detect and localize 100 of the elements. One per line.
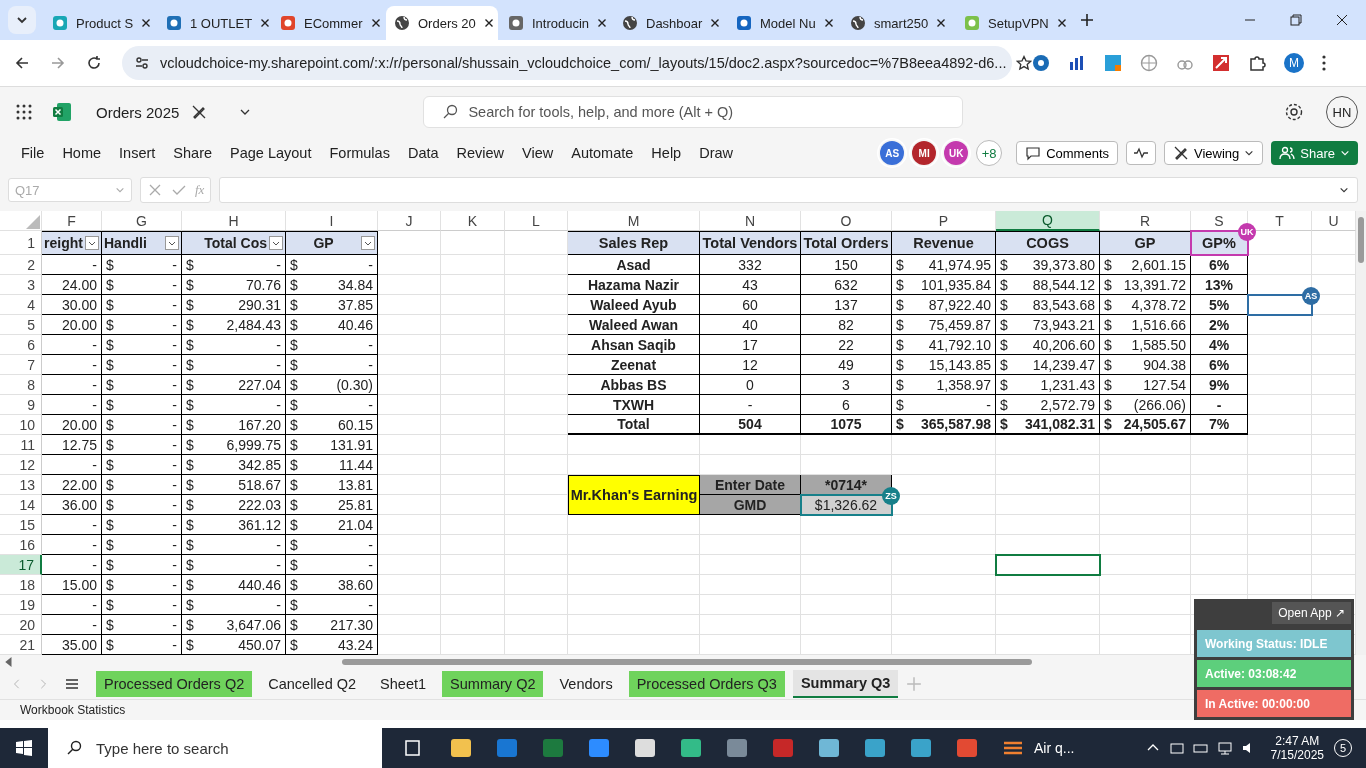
close-icon[interactable] (936, 18, 947, 28)
scroll-left-icon[interactable] (4, 657, 14, 667)
close-icon[interactable] (597, 18, 608, 28)
collaborator-avatar[interactable]: AS (880, 141, 905, 165)
close-icon[interactable] (260, 18, 271, 28)
chevron-down-icon[interactable] (1339, 185, 1349, 195)
menu-tab[interactable]: Help (642, 145, 691, 161)
collaborator-avatar[interactable]: MI (912, 141, 937, 165)
new-tab-icon[interactable] (1080, 13, 1094, 27)
sheet-tab[interactable]: Summary Q2 (442, 671, 544, 697)
app-launcher-icon[interactable] (16, 104, 32, 120)
column-header[interactable]: L (505, 211, 568, 231)
sheet-tab[interactable]: Processed Orders Q3 (628, 671, 785, 697)
profile-avatar[interactable]: M (1284, 53, 1304, 73)
forward-icon[interactable] (50, 55, 66, 71)
reload-icon[interactable] (86, 55, 102, 71)
close-icon[interactable] (710, 18, 721, 28)
clock-time[interactable]: 2:47 AM (1275, 734, 1320, 748)
restore-icon[interactable] (1290, 14, 1302, 26)
scrollbar-thumb[interactable] (1358, 217, 1364, 263)
more-collaborators-button[interactable]: +8 (976, 140, 1003, 166)
menu-tab[interactable]: Review (447, 145, 514, 161)
table-cell: 131.91 (330, 436, 373, 453)
table-cell: Zeenat (610, 356, 657, 373)
browser-tab[interactable]: Model Nu (728, 6, 840, 40)
status-text[interactable]: Workbook Statistics (20, 703, 126, 717)
close-icon[interactable] (483, 18, 494, 28)
column-header[interactable]: J (378, 211, 441, 231)
menu-tab[interactable]: Share (164, 145, 222, 161)
table-cell: 2,572.79 (1040, 396, 1095, 413)
sheet-tab[interactable]: Vendors (551, 671, 621, 697)
filter-dropdown-icon[interactable] (85, 236, 99, 250)
menu-tab[interactable]: File (12, 145, 54, 161)
extension-icon[interactable] (1212, 54, 1230, 72)
collaborator-avatar[interactable]: UK (944, 141, 969, 165)
table-cell: - (92, 336, 97, 353)
browser-tab[interactable]: smart250 (842, 6, 954, 40)
menu-icon[interactable] (64, 676, 80, 692)
puzzle-icon[interactable] (1248, 54, 1266, 72)
site-settings-icon[interactable] (134, 55, 150, 71)
clock-date[interactable]: 7/15/2025 (1270, 748, 1324, 762)
close-icon[interactable] (1336, 14, 1348, 26)
scrollbar-thumb[interactable] (342, 659, 1032, 665)
sheet-tab[interactable]: Cancelled Q2 (260, 671, 365, 697)
camera-icon[interactable] (1168, 740, 1185, 756)
filter-dropdown-icon[interactable] (361, 236, 375, 250)
weather-text[interactable]: Air q... (1034, 740, 1075, 756)
menu-tab[interactable]: Draw (690, 145, 742, 161)
table-cell: 20.00 (61, 416, 97, 433)
comments-button[interactable]: Comments (1016, 141, 1118, 165)
currency-sign: $ (290, 296, 298, 313)
more-icon[interactable] (1322, 54, 1326, 72)
sheet-tab[interactable]: Sheet1 (372, 671, 435, 697)
browser-tab[interactable]: ECommer (272, 6, 384, 40)
extension-icon[interactable] (1104, 54, 1122, 72)
menu-tab[interactable]: Automate (562, 145, 643, 161)
close-icon[interactable] (370, 18, 381, 28)
browser-tab[interactable]: Introducin (500, 6, 612, 40)
menu-tab[interactable]: Data (398, 145, 448, 161)
close-icon[interactable] (141, 18, 152, 28)
browser-tab[interactable]: SetupVPN (956, 6, 1068, 40)
network-icon[interactable] (1216, 740, 1233, 756)
menu-tab[interactable]: View (513, 145, 563, 161)
sheet-tab[interactable]: Processed Orders Q2 (96, 671, 253, 697)
document-title[interactable]: Orders 2025 (96, 103, 180, 121)
tab-search-button[interactable] (8, 6, 36, 34)
menu-tab[interactable]: Insert (110, 145, 165, 161)
extension-icon[interactable] (1032, 54, 1050, 72)
browser-tab[interactable]: Dashboar (614, 6, 726, 40)
column-header[interactable]: K (441, 211, 505, 231)
settings-icon[interactable] (1284, 102, 1304, 122)
table-cell: 150 (834, 256, 858, 273)
menu-tab[interactable]: Home (53, 145, 111, 161)
globe-icon[interactable] (1140, 54, 1158, 72)
active-cell[interactable] (995, 554, 1101, 576)
menu-tab[interactable]: Page Layout (221, 145, 321, 161)
activity-button[interactable] (1126, 141, 1156, 165)
bar-chart-icon[interactable] (1068, 54, 1086, 72)
browser-tab[interactable]: Orders 20 (386, 6, 498, 40)
back-icon[interactable] (14, 55, 30, 71)
formula-field[interactable] (219, 177, 1358, 203)
column-header[interactable]: Q (996, 211, 1100, 231)
browser-tab[interactable]: 1 OUTLET (158, 6, 270, 40)
close-icon[interactable] (823, 18, 834, 28)
sheet-tab[interactable]: Summary Q3 (792, 670, 899, 698)
filter-dropdown-icon[interactable] (269, 236, 283, 250)
taskbar-search-field[interactable]: Type here to search (48, 728, 382, 768)
menu-tab[interactable]: Formulas (320, 145, 399, 161)
bookmark-star-icon[interactable] (1016, 55, 1033, 71)
windows-start-icon[interactable] (16, 740, 32, 756)
filter-dropdown-icon[interactable] (165, 236, 179, 250)
search-field[interactable]: Search for tools, help, and more (Alt + Q) (423, 96, 964, 128)
open-app-button[interactable]: Open App ↗ (1272, 602, 1351, 624)
browser-tab[interactable]: Product S (44, 6, 156, 40)
close-icon[interactable] (1056, 18, 1067, 28)
viewing-mode-button[interactable]: Viewing (1164, 141, 1264, 165)
row-header[interactable]: 17 (0, 555, 42, 575)
currency-sign: $ (290, 316, 298, 333)
table-cell: Waleed Awan (589, 316, 678, 333)
share-button[interactable]: Share (1271, 141, 1358, 165)
